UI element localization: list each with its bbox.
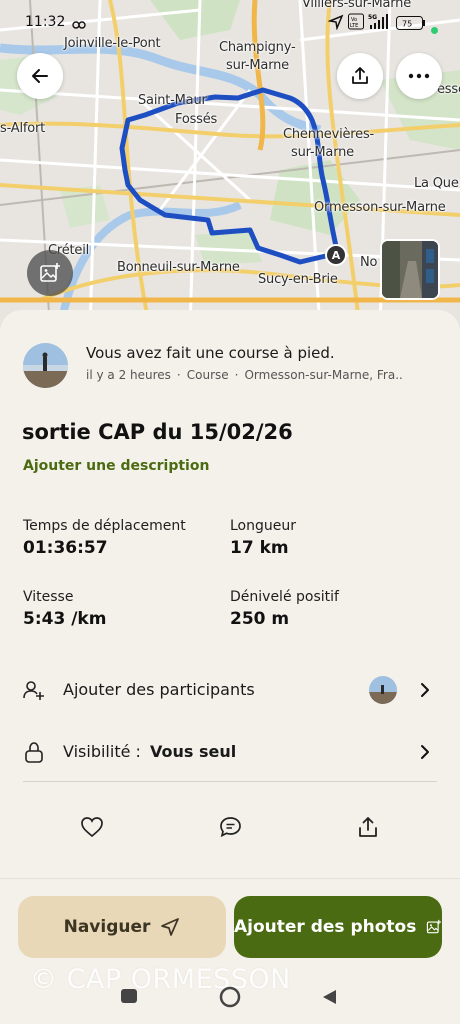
charging-dot-icon — [431, 19, 438, 38]
add-participants-row[interactable]: Ajouter des participants — [0, 668, 460, 712]
app-notification-icon — [72, 16, 86, 35]
image-plus-icon — [427, 919, 442, 934]
photo-thumbnail-image — [382, 241, 438, 298]
volte-icon: Vo LTE — [348, 13, 364, 35]
map-label-chennevieres-1: Chennevières- — [283, 127, 375, 142]
stat-length: Longueur 17 km — [230, 518, 296, 558]
map-label-alfort: s-Alfort — [0, 121, 46, 136]
map-label-noiseau: No — [360, 255, 378, 270]
recent-apps-button[interactable] — [120, 988, 138, 1008]
square-icon — [121, 989, 137, 1003]
map-label-chennevieres-2: sur-Marne — [291, 145, 354, 160]
arrow-left-icon — [32, 69, 48, 83]
signal-5g-icon: 5G — [368, 12, 390, 34]
chevron-right-icon — [418, 681, 432, 703]
more-options-button[interactable] — [396, 53, 442, 99]
stat-label: Dénivelé positif — [230, 589, 339, 605]
svg-text:75: 75 — [402, 20, 412, 29]
navigation-arrow-icon — [161, 918, 180, 936]
participant-avatar — [369, 676, 397, 704]
navigate-button-label: Naviguer — [63, 917, 151, 937]
map-label-ormesson: Ormesson-sur-Marne — [314, 200, 446, 215]
system-back-button[interactable] — [320, 988, 338, 1010]
like-button[interactable] — [80, 816, 104, 842]
map-label-champigny-2: sur-Marne — [226, 58, 289, 73]
add-photos-button[interactable]: Ajouter des photos — [234, 896, 442, 958]
comment-button[interactable] — [219, 816, 242, 842]
comment-icon — [220, 817, 241, 838]
stat-label: Temps de déplacement — [23, 518, 186, 534]
stat-value: 5:43 /km — [23, 609, 107, 629]
stat-value: 17 km — [230, 538, 289, 558]
stat-label: Vitesse — [23, 589, 74, 605]
add-description-link[interactable]: Ajouter une description — [23, 458, 209, 474]
battery-icon: 75 — [396, 15, 426, 34]
more-horizontal-icon — [408, 73, 430, 79]
triangle-back-icon — [323, 990, 336, 1004]
share-icon — [359, 817, 377, 837]
visibility-row[interactable]: Visibilité : Vous seul — [0, 730, 460, 774]
stat-speed: Vitesse 5:43 /km — [23, 589, 106, 629]
activity-time-ago: il y a 2 heures — [86, 368, 171, 382]
add-photos-button-label: Ajouter des photos — [234, 917, 417, 937]
stat-value: 250 m — [230, 609, 290, 629]
stat-label: Longueur — [230, 518, 296, 534]
route-map[interactable]: Villiers-sur-Marne Joinville-le-Pont Cha… — [0, 0, 460, 330]
heart-icon — [81, 817, 103, 838]
status-bar: 11:32 Vo LTE 5G 75 — [0, 0, 460, 44]
stat-elevation-gain: Dénivelé positif 250 m — [230, 589, 339, 629]
back-button[interactable] — [17, 53, 63, 99]
svg-text:LTE: LTE — [350, 23, 358, 29]
map-label-fosses: Fossés — [175, 112, 218, 127]
avatar[interactable] — [23, 343, 68, 388]
activity-type: Course — [186, 368, 229, 382]
stat-value: 01:36:57 — [23, 538, 108, 558]
lock-icon — [23, 741, 45, 767]
share-button[interactable] — [337, 53, 383, 99]
status-time: 11:32 — [25, 14, 66, 30]
visibility-value: Vous seul — [150, 742, 237, 761]
map-label-saint-maur: Saint-Maur — [138, 93, 207, 108]
share-icon — [352, 67, 368, 84]
divider — [23, 781, 437, 782]
visibility-label: Visibilité : Vous seul — [63, 742, 236, 761]
activity-title[interactable]: sortie CAP du 15/02/26 — [22, 420, 293, 444]
watermark: © CAP ORMESSON — [30, 964, 291, 995]
map-label-bonneuil: Bonneuil-sur-Marne — [117, 260, 240, 275]
activity-meta: il y a 2 heures · Course · Ormesson-sur-Marn… — [86, 368, 403, 382]
activity-headline: Vous avez fait une course à pied. — [86, 344, 335, 362]
map-label-la-queue: La Que — [414, 176, 459, 191]
route-start-marker-label: A — [331, 248, 341, 262]
home-button[interactable] — [219, 986, 241, 1012]
svg-text:5G: 5G — [368, 14, 377, 21]
chevron-right-icon — [418, 743, 432, 765]
image-plus-icon — [40, 263, 60, 282]
route-start-marker: A — [325, 244, 347, 266]
activity-place: Ormesson-sur-Marne, Fra.. — [244, 368, 403, 382]
location-arrow-icon — [327, 14, 344, 34]
navigate-button[interactable]: Naviguer — [18, 896, 226, 958]
map-label-sucy: Sucy-en-Brie — [258, 272, 338, 287]
home-circle-icon — [219, 986, 241, 1008]
add-participants-label: Ajouter des participants — [63, 680, 255, 699]
stat-moving-time: Temps de déplacement 01:36:57 — [23, 518, 186, 558]
photo-thumbnail[interactable] — [380, 239, 440, 300]
map-add-photo-button[interactable] — [27, 250, 73, 296]
avatar-image — [23, 343, 68, 388]
user-plus-icon — [23, 679, 45, 705]
share-activity-button[interactable] — [357, 816, 379, 842]
visibility-label-text: Visibilité : — [63, 742, 141, 761]
